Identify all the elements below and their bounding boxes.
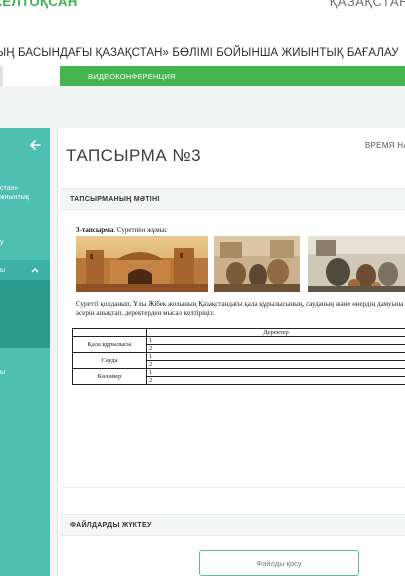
section-title: ТАПСЫРМАНЫҢ МӘТІНІ xyxy=(70,196,160,203)
sidebar-item-label[interactable]: жиынтық xyxy=(0,193,29,202)
table-category-cell: Қала құрылысы xyxy=(72,336,147,353)
sidebar-section-toggle[interactable]: ы xyxy=(0,260,50,280)
table-cell: 1 xyxy=(146,352,405,361)
top-header: КЕЛТОҚСАН ҚАЗАҚСТАН xyxy=(0,0,405,14)
table-row: Қала құрылысы 1 xyxy=(72,336,405,353)
document-heading-number: 3-тапсырма xyxy=(76,226,114,234)
language-label[interactable]: ҚАЗАҚСТАН xyxy=(330,0,405,9)
table-cell: 1 xyxy=(146,336,405,345)
table-row: Сауда 1 xyxy=(72,352,405,369)
table-corner-cell xyxy=(72,328,147,337)
bazaar-scene-image xyxy=(214,236,300,292)
sidebar-item-label[interactable]: стан» xyxy=(0,184,18,193)
answer-area[interactable] xyxy=(60,418,405,488)
add-file-button[interactable]: Файлды қосу xyxy=(199,550,359,576)
table-header-row: Деректер xyxy=(72,328,405,337)
page-heading: ЫҢ БАСЫНДАҒЫ ҚАЗАҚСТАН» БӨЛІМІ БОЙЫНША Ж… xyxy=(0,47,399,59)
time-remaining-label: ВРЕМЯ НА xyxy=(364,141,405,150)
craftsmen-image xyxy=(308,236,405,292)
document-heading-text: . Суретпен жұмыс xyxy=(113,226,168,234)
table-cell: 1 xyxy=(146,368,405,377)
task-document: 3-тапсырма. Суретпен жұмыс Суретті қолда… xyxy=(72,226,405,385)
table-cell: 2 xyxy=(146,344,405,353)
task-title: ТАПСЫРМА №3 xyxy=(66,146,202,165)
table-category-cell: Көлөнер xyxy=(72,368,147,385)
table-cell: 2 xyxy=(146,376,405,385)
sources-table: Деректер Қала құрылысы 1 2 Сауда 1 2 Көл… xyxy=(72,328,405,385)
sidebar-section-label: ы xyxy=(0,267,6,274)
document-instruction: Суретті қолданып, Ұлы Жібек жолының Қаза… xyxy=(76,300,404,317)
table-row: Көлөнер 1 xyxy=(72,368,405,385)
tab-bar: ВИДЕОКОНФЕРЕНЦИЯ xyxy=(0,66,405,86)
table-header-cell: Деректер xyxy=(146,328,405,337)
sidebar: стан» жиынтық у ы ы xyxy=(0,128,50,576)
fortress-city-image xyxy=(76,236,208,292)
table-cell: 2 xyxy=(146,360,405,369)
table-category-cell: Сауда xyxy=(72,352,147,369)
task-text-section-header: ТАПСЫРМАНЫҢ МӘТІНІ xyxy=(60,188,405,210)
task-card: ТАПСЫРМА №3 ВРЕМЯ НА ТАПСЫРМАНЫҢ МӘТІНІ … xyxy=(57,128,405,576)
section-title: ФАЙЛДАРДЫ ЖҮКТЕУ xyxy=(70,522,152,529)
tab-video-conference[interactable]: ВИДЕОКОНФЕРЕНЦИЯ xyxy=(60,66,405,86)
document-images xyxy=(76,236,405,292)
brand-logo-text[interactable]: КЕЛТОҚСАН xyxy=(0,0,78,9)
sidebar-item-label[interactable]: у xyxy=(0,238,4,247)
document-heading: 3-тапсырма. Суретпен жұмыс xyxy=(76,226,405,235)
back-arrow-icon[interactable] xyxy=(28,138,42,152)
sidebar-item-active[interactable] xyxy=(0,280,50,348)
tab-previous-edge[interactable] xyxy=(0,66,3,86)
page-heading-bar: ЫҢ БАСЫНДАҒЫ ҚАЗАҚСТАН» БӨЛІМІ БОЙЫНША Ж… xyxy=(0,14,405,68)
upload-section-header: ФАЙЛДАРДЫ ЖҮКТЕУ xyxy=(60,514,405,536)
chevron-up-icon xyxy=(31,268,39,273)
sidebar-item-label[interactable]: ы xyxy=(0,368,5,377)
